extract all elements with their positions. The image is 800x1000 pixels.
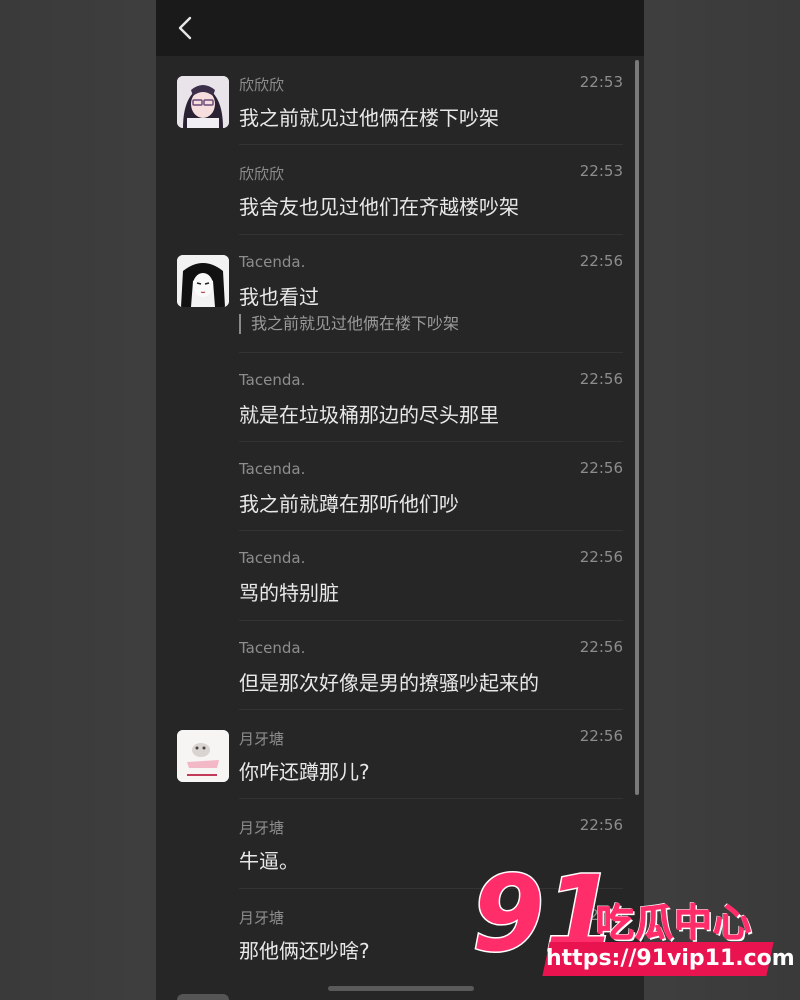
avatar-tacenda[interactable] [177,255,229,307]
back-button[interactable] [170,12,200,44]
message-text[interactable]: 骂的特别脏 [239,577,339,606]
message-text[interactable]: 那他俩还吵啥? [239,935,370,964]
avatar-yueyatang[interactable] [177,730,229,782]
watermark-url: https://91vip11.com [542,942,795,976]
message-time: 22:53 [579,162,623,180]
message-time: 22:56 [579,252,623,270]
top-bar [156,0,644,56]
watermark: 91 吃瓜中心 https://91vip11.com [470,860,795,985]
sender-name: Tacenda. [239,549,306,567]
message-item[interactable]: Tacenda. 22:56 我也看过 我之前就见过他俩在楼下吵架 [156,235,644,353]
message-item[interactable]: Tacenda. 22:56 我之前就蹲在那听他们吵 [156,442,644,531]
message-list[interactable]: 欣欣欣 22:53 我之前就见过他俩在楼下吵架 欣欣欣 22:53 我舍友也见过… [156,56,644,1000]
message-text[interactable]: 我舍友也见过他们在齐越楼吵架 [239,191,519,220]
message-item[interactable]: 欣欣欣 22:53 我舍友也见过他们在齐越楼吵架 [156,145,644,235]
message-time: 22:56 [579,638,623,656]
message-item[interactable]: 欣欣欣 22:53 我之前就见过他俩在楼下吵架 [156,56,644,145]
avatar-xinxinxin[interactable] [177,76,229,128]
quoted-message[interactable]: 我之前就见过他俩在楼下吵架 [239,314,459,334]
sender-name: Tacenda. [239,639,306,657]
message-time: 22:56 [579,370,623,388]
chevron-left-icon [178,16,192,40]
chat-screen: 欣欣欣 22:53 我之前就见过他俩在楼下吵架 欣欣欣 22:53 我舍友也见过… [156,0,644,1000]
message-text[interactable]: 我也看过 [239,281,319,310]
sender-name: Tacenda. [239,371,306,389]
message-time: 22:56 [579,548,623,566]
scrollbar[interactable] [635,60,639,795]
sender-name: 月牙塘 [239,819,285,837]
message-time: 22:56 [579,816,623,834]
sender-name: 月牙塘 [239,730,285,748]
message-time: 22:56 [579,459,623,477]
message-item[interactable]: Tacenda. 22:56 就是在垃圾桶那边的尽头那里 [156,353,644,442]
watermark-title: 吃瓜中心 [595,901,753,946]
message-time: 22:56 [579,727,623,745]
message-text[interactable]: 就是在垃圾桶那边的尽头那里 [239,399,499,428]
sender-name: Tacenda. [239,253,306,271]
message-text[interactable]: 牛逼。 [239,845,299,874]
watermark-url-text: https://91vip11.com [546,946,795,971]
message-text[interactable]: 我之前就见过他俩在楼下吵架 [239,102,499,131]
avatar [177,994,229,1000]
message-text[interactable]: 但是那次好像是男的撩骚吵起来的 [239,667,539,696]
sender-name: Tacenda. [239,460,306,478]
message-item[interactable]: Tacenda. 22:56 骂的特别脏 [156,531,644,621]
home-indicator[interactable] [328,986,474,991]
message-text[interactable]: 你咋还蹲那儿? [239,756,370,785]
sender-name: 欣欣欣 [239,76,285,94]
message-text[interactable]: 我之前就蹲在那听他们吵 [239,488,459,517]
message-item[interactable]: Tacenda. 22:56 但是那次好像是男的撩骚吵起来的 [156,621,644,710]
sender-name: 欣欣欣 [239,165,285,183]
sender-name: 月牙塘 [239,909,285,927]
message-item[interactable]: 月牙塘 22:56 你咋还蹲那儿? [156,710,644,799]
message-time: 22:53 [579,73,623,91]
